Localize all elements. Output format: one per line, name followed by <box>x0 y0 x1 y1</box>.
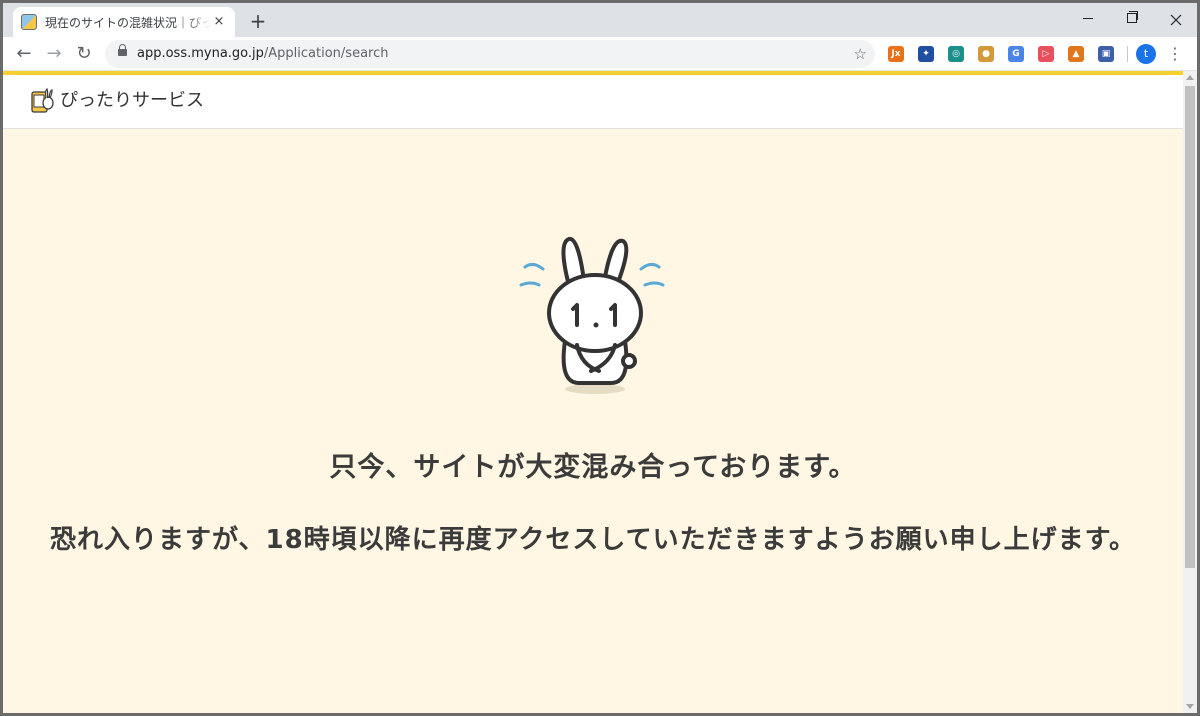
restore-button[interactable] <box>1110 3 1154 37</box>
browser-tab[interactable]: 現在のサイトの混雑状況｜ぴったりサービス × <box>13 7 235 37</box>
scroll-down-arrow-icon[interactable] <box>1186 704 1194 709</box>
address-bar[interactable]: app.oss.myna.go.jp/Application/search ☆ <box>105 40 875 68</box>
url-host: app.oss.myna.go.jp <box>137 46 264 61</box>
new-tab-button[interactable]: + <box>246 9 270 33</box>
url-text[interactable]: app.oss.myna.go.jp/Application/search <box>137 40 389 68</box>
circle-extension-icon[interactable]: ◎ <box>948 46 964 62</box>
vertical-scrollbar[interactable] <box>1183 71 1197 713</box>
scrollbar-thumb[interactable] <box>1185 86 1195 568</box>
site-favicon-icon <box>21 14 37 30</box>
bowing-rabbit-mascot-icon <box>519 237 665 394</box>
fox-extension-icon[interactable]: ▲ <box>1068 46 1084 62</box>
translate-extension-icon[interactable]: G <box>1008 46 1024 62</box>
minimize-button[interactable] <box>1066 3 1110 37</box>
close-window-button[interactable] <box>1154 3 1197 37</box>
close-icon <box>1170 14 1182 26</box>
congestion-heading: 只今、サイトが大変混み合っております。 <box>329 452 857 483</box>
scroll-up-arrow-icon[interactable] <box>1186 75 1194 80</box>
rocket-extension-icon[interactable]: ✦ <box>918 46 934 62</box>
bookmark-star-icon[interactable]: ☆ <box>854 40 867 68</box>
browser-toolbar: ← → ↻ app.oss.myna.go.jp/Application/sea… <box>3 37 1197 71</box>
minimize-icon <box>1083 18 1093 19</box>
site-header: ぴったりサービス <box>3 75 1183 129</box>
pittari-logo-icon[interactable] <box>31 88 55 114</box>
congestion-message-area: 只今、サイトが大変混み合っております。 恐れ入りますが、18時頃以降に再度アクセ… <box>3 129 1183 713</box>
retry-guidance-text: 恐れ入りますが、18時頃以降に再度アクセスしていただきますようお願い申し上げます… <box>50 525 1136 555</box>
note-extension-icon[interactable]: ▣ <box>1098 46 1114 62</box>
reload-button[interactable]: ↻ <box>71 41 97 67</box>
toolbar-divider <box>1127 46 1128 62</box>
back-button[interactable]: ← <box>11 41 37 67</box>
page-viewport: ぴったりサービス 只今、サイトが大変混み合っております。 恐れ入りますが、18時… <box>3 71 1197 713</box>
forward-button[interactable]: → <box>41 41 67 67</box>
jx-extension-icon[interactable]: Jx <box>888 46 904 62</box>
arrow-extension-icon[interactable]: ▷ <box>1038 46 1054 62</box>
url-path: /Application/search <box>263 46 389 61</box>
lock-icon <box>118 44 127 56</box>
tab-title: 現在のサイトの混雑状況｜ぴったりサービス <box>45 15 211 30</box>
browser-window: 現在のサイトの混雑状況｜ぴったりサービス × + ← → ↻ app.oss.m… <box>3 3 1197 713</box>
profile-avatar[interactable]: t <box>1136 44 1156 64</box>
site-brand-name[interactable]: ぴったりサービス <box>60 75 204 127</box>
browser-menu-button[interactable]: ⋮ <box>1165 41 1185 67</box>
tab-strip: 現在のサイトの混雑状況｜ぴったりサービス × + <box>3 3 1197 37</box>
close-tab-icon[interactable]: × <box>211 14 227 30</box>
cookie-extension-icon[interactable]: ● <box>978 46 994 62</box>
restore-icon <box>1127 13 1137 23</box>
